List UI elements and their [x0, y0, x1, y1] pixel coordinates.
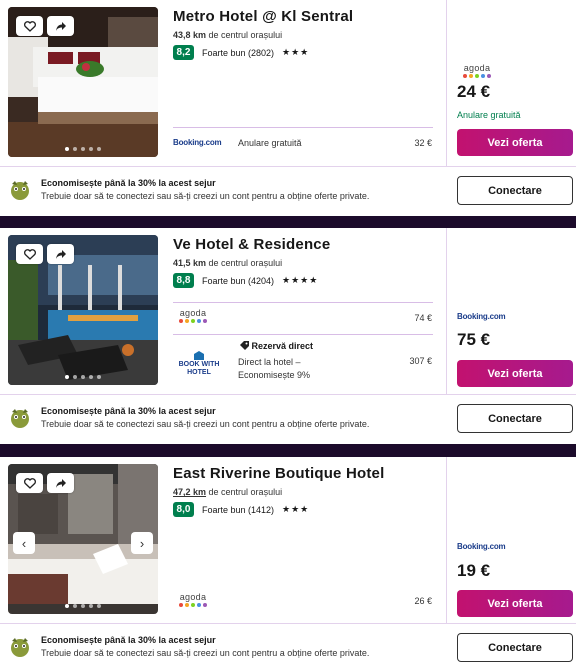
offer-row[interactable]: agoda 26 €: [173, 585, 433, 615]
agoda-logo: agoda: [179, 592, 207, 607]
divider: [0, 623, 576, 624]
hotel-name[interactable]: Metro Hotel @ Kl Sentral: [173, 7, 435, 27]
hotel-name[interactable]: Ve Hotel & Residence: [173, 235, 435, 255]
offer-price: 74 €: [414, 313, 432, 323]
next-photo-button[interactable]: ›: [131, 532, 153, 554]
offer-note: Direct la hotel – Economisește 9%: [238, 357, 311, 380]
chevron-right-icon: ›: [139, 535, 145, 551]
promo-title: Economisește până la 30% la acest sejur: [41, 406, 216, 416]
hotel-card-1: Metro Hotel @ Kl Sentral 43,8 km de cent…: [0, 0, 576, 216]
hotel-rating: 8,8 Foarte bun (4204) ★★★★: [173, 273, 435, 288]
free-cancel-note: Anulare gratuită: [457, 110, 521, 120]
share-icon: [55, 21, 66, 31]
hotel-name[interactable]: East Riverine Boutique Hotel: [173, 464, 435, 484]
share-button[interactable]: [47, 244, 74, 264]
photo-pagination: [8, 147, 158, 151]
best-price: 75 €: [457, 330, 491, 349]
rating-score: 8,8: [173, 273, 194, 288]
hotel-stars: ★★★: [282, 47, 310, 57]
heart-icon: [23, 248, 36, 260]
booking-logo: Booking.com: [457, 312, 506, 321]
login-button[interactable]: Conectare: [457, 404, 573, 433]
direct-tag: Rezervă direct: [240, 341, 313, 351]
promo-banner: Economisește până la 30% la acest sejur …: [8, 404, 448, 434]
heart-icon: [23, 477, 36, 489]
best-provider: agoda: [457, 58, 573, 78]
divider: [0, 166, 576, 167]
agoda-logo: agoda: [463, 63, 491, 78]
login-button[interactable]: Conectare: [457, 633, 573, 662]
promo-banner: Economisește până la 30% la acest sejur …: [8, 633, 448, 663]
hotel-distance: 47,2 km de centrul orașului: [173, 487, 283, 497]
hotel-rating: 8,0 Foarte bun (1412) ★★★: [173, 502, 435, 517]
raccoon-icon: [11, 409, 29, 428]
hotel-icon: [194, 351, 204, 360]
raccoon-icon: [11, 638, 29, 657]
hotel-card-2: Ve Hotel & Residence 41,5 km de centrul …: [0, 228, 576, 444]
offer-price: 32 €: [414, 138, 432, 148]
hotel-photo[interactable]: [8, 7, 158, 157]
rating-score: 8,2: [173, 45, 194, 60]
hotel-stars: ★★★★: [282, 275, 319, 285]
hotel-stars: ★★★: [282, 504, 310, 514]
photo-pagination: [8, 375, 158, 379]
rating-score: 8,0: [173, 502, 194, 517]
divider: [0, 394, 576, 395]
best-price: 24 €: [457, 82, 491, 101]
hotel-photo[interactable]: [8, 235, 158, 385]
offer-price: 307 €: [409, 356, 432, 366]
hotel-rating: 8,2 Foarte bun (2802) ★★★: [173, 45, 435, 60]
bookwithhotel-logo: BOOK WITH HOTEL: [177, 351, 221, 377]
share-button[interactable]: [47, 473, 74, 493]
rating-text: Foarte bun (2802): [202, 47, 275, 58]
offer-row[interactable]: Booking.com Anulare gratuită 32 €: [173, 127, 433, 157]
offer-note: Anulare gratuită: [238, 138, 302, 148]
view-offer-button[interactable]: Vezi oferta: [457, 590, 573, 617]
promo-title: Economisește până la 30% la acest sejur: [41, 635, 216, 645]
heart-icon: [23, 20, 36, 32]
login-button[interactable]: Conectare: [457, 176, 573, 205]
photo-pagination: [8, 604, 158, 608]
share-icon: [55, 249, 66, 259]
hotel-distance: 41,5 km de centrul orașului: [173, 258, 283, 268]
share-button[interactable]: [47, 16, 74, 36]
promo-subtitle: Trebuie doar să te conectezi sau să-ți c…: [41, 648, 370, 658]
rating-text: Foarte bun (1412): [202, 504, 275, 515]
favorite-button[interactable]: [16, 473, 43, 493]
favorite-button[interactable]: [16, 16, 43, 36]
tag-icon: [240, 341, 249, 350]
rating-text: Foarte bun (4204): [202, 275, 275, 286]
promo-title: Economisește până la 30% la acest sejur: [41, 178, 216, 188]
best-price: 19 €: [457, 561, 491, 580]
hotel-distance: 43,8 km de centrul orașului: [173, 30, 283, 40]
view-offer-button[interactable]: Vezi oferta: [457, 129, 573, 156]
hotel-card-3: ‹ › East Riverine Boutique Hotel 47,2 km…: [0, 457, 576, 670]
promo-subtitle: Trebuie doar să te conectezi sau să-ți c…: [41, 419, 370, 429]
hotel-photo[interactable]: ‹ ›: [8, 464, 158, 614]
agoda-logo: agoda: [179, 308, 207, 323]
view-offer-button[interactable]: Vezi oferta: [457, 360, 573, 387]
divider: [446, 228, 447, 394]
raccoon-icon: [11, 181, 29, 200]
divider: [446, 457, 447, 623]
divider: [446, 0, 447, 166]
offer-row[interactable]: agoda 74 €: [173, 302, 433, 334]
promo-banner: Economisește până la 30% la acest sejur …: [8, 176, 448, 206]
booking-logo: Booking.com: [173, 138, 222, 147]
offer-price: 26 €: [414, 596, 432, 606]
favorite-button[interactable]: [16, 244, 43, 264]
offer-row[interactable]: BOOK WITH HOTEL Rezervă direct Direct la…: [173, 334, 433, 386]
promo-subtitle: Trebuie doar să te conectezi sau să-ți c…: [41, 191, 370, 201]
prev-photo-button[interactable]: ‹: [13, 532, 35, 554]
share-icon: [55, 478, 66, 488]
chevron-left-icon: ‹: [21, 535, 27, 551]
booking-logo: Booking.com: [457, 542, 506, 551]
